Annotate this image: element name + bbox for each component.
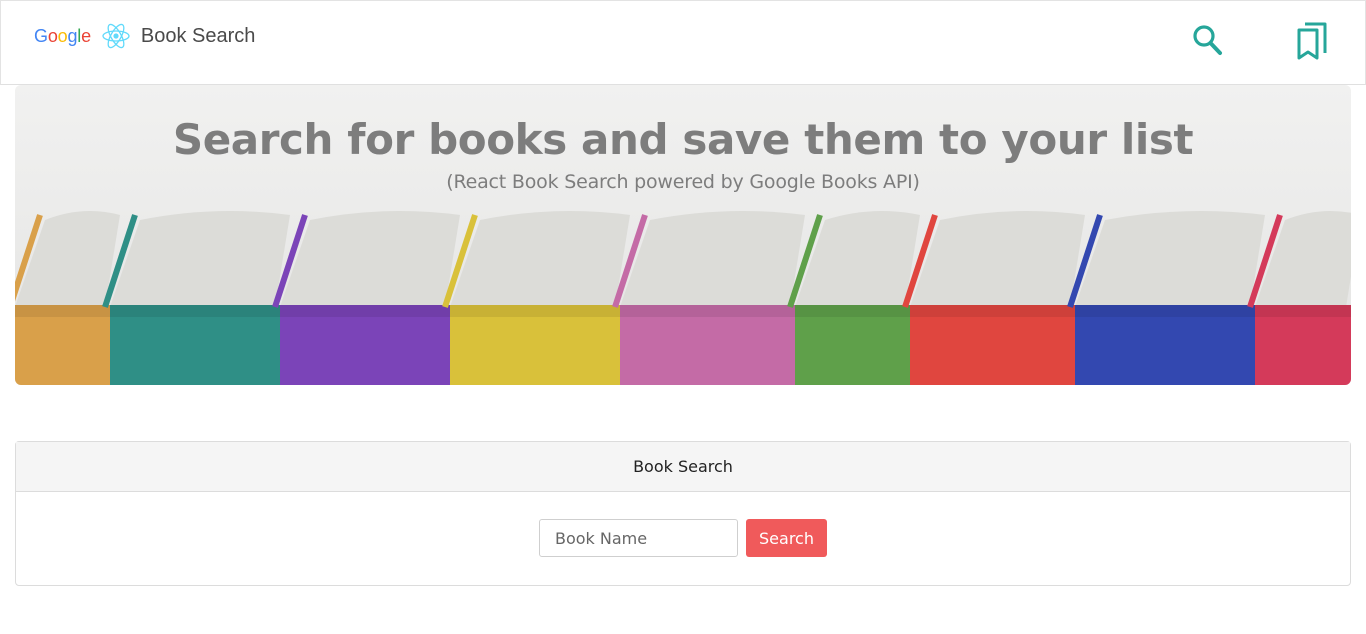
hero-title: Search for books and save them to your l… — [172, 115, 1194, 164]
google-logo-letter: G — [34, 25, 48, 46]
books-illustration — [15, 211, 1351, 385]
book-spine — [1067, 211, 1265, 385]
book-name-input[interactable] — [539, 519, 738, 557]
card-header: Book Search — [16, 442, 1350, 492]
book-spine — [102, 211, 290, 385]
brand[interactable]: Google Book Search — [34, 21, 255, 51]
book-spine — [272, 211, 460, 385]
book-search-card: Book Search Search — [15, 441, 1351, 586]
google-logo-letter: o — [47, 25, 58, 46]
book-spine — [787, 211, 920, 385]
book-spine — [612, 211, 805, 385]
search-form: Search — [16, 519, 1350, 557]
google-logo-letter: g — [67, 25, 78, 46]
google-logo: Google — [34, 26, 91, 47]
book-spine — [442, 211, 630, 385]
google-logo-letter: o — [57, 25, 68, 46]
app-title: Book Search — [140, 24, 256, 47]
react-icon — [102, 23, 130, 49]
hero-subtitle: (React Book Search powered by Google Boo… — [446, 171, 920, 193]
book-spine — [15, 211, 120, 385]
bookmarks-icon[interactable] — [1295, 21, 1329, 61]
search-icon[interactable] — [1191, 23, 1223, 57]
navbar: Google Book Search — [0, 0, 1366, 85]
hero-banner: Search for books and save them to your l… — [15, 85, 1351, 385]
book-spine — [902, 211, 1085, 385]
search-button[interactable]: Search — [746, 519, 827, 557]
google-logo-letter: e — [81, 25, 91, 46]
book-spine — [1247, 211, 1351, 385]
